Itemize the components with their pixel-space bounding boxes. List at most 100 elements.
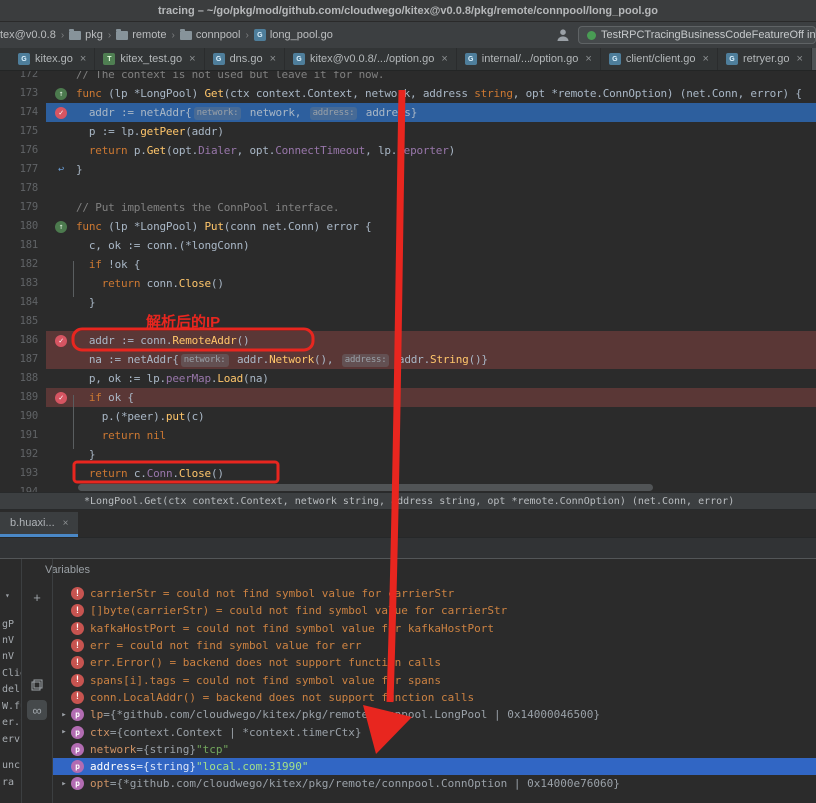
- code-text[interactable]: return nil: [76, 426, 166, 445]
- line-number[interactable]: 193: [0, 464, 46, 483]
- gutter[interactable]: [46, 179, 76, 198]
- variable-row[interactable]: !spans[i].tags = could not find symbol v…: [53, 671, 816, 688]
- breadcrumb-item-tex-v0-0-8[interactable]: tex@v0.0.8: [0, 29, 56, 41]
- line-number[interactable]: 192: [0, 445, 46, 464]
- gutter[interactable]: [46, 255, 76, 274]
- gutter[interactable]: [46, 445, 76, 464]
- variable-row[interactable]: ▸popt = {*github.com/cloudwego/kitex/pkg…: [53, 775, 816, 792]
- close-icon[interactable]: ×: [189, 53, 195, 65]
- gutter[interactable]: [46, 350, 76, 369]
- add-watch-button[interactable]: +: [27, 587, 47, 607]
- line-number[interactable]: 180: [0, 217, 46, 236]
- line-number[interactable]: 182: [0, 255, 46, 274]
- code-text[interactable]: // The context is not used but leave it …: [76, 71, 384, 84]
- editor-tab[interactable]: Gkitex@v0.0.8/.../option.go×: [285, 48, 457, 70]
- line-number[interactable]: 173: [0, 84, 46, 103]
- expand-arrow-icon[interactable]: ▸: [57, 727, 71, 737]
- gutter[interactable]: [46, 141, 76, 160]
- editor-tab[interactable]: Gclient/client.go×: [601, 48, 718, 70]
- code-text[interactable]: if ok {: [76, 388, 134, 407]
- layers-icon[interactable]: [27, 675, 47, 695]
- gutter[interactable]: [46, 236, 76, 255]
- chevron-down-icon[interactable]: ▾: [5, 591, 10, 600]
- line-number[interactable]: 178: [0, 179, 46, 198]
- variable-row[interactable]: !err.Error() = backend does not support …: [53, 654, 816, 671]
- editor-tab[interactable]: Gdns.go×: [205, 48, 285, 70]
- editor-tab[interactable]: Gkitex.go×: [10, 48, 95, 70]
- gutter[interactable]: [46, 71, 76, 84]
- code-text[interactable]: p.(*peer).put(c): [76, 407, 204, 426]
- breakpoint-icon[interactable]: ✓: [55, 392, 67, 404]
- code-editor[interactable]: 172 // The context is not used but leave …: [0, 71, 816, 492]
- close-icon[interactable]: ×: [80, 53, 86, 65]
- code-text[interactable]: na := netAddr{network: addr.Network(), a…: [76, 350, 488, 369]
- close-icon[interactable]: ×: [585, 53, 591, 65]
- variable-row[interactable]: !carrierStr = could not find symbol valu…: [53, 585, 816, 602]
- code-text[interactable]: }: [76, 293, 95, 312]
- editor-tab[interactable]: Gretryer.go×: [718, 48, 812, 70]
- line-number[interactable]: 181: [0, 236, 46, 255]
- horizontal-scrollbar-thumb[interactable]: [78, 484, 653, 491]
- gutter[interactable]: [46, 464, 76, 483]
- show-watches-toggle[interactable]: ∞: [27, 700, 47, 720]
- gutter[interactable]: ✓: [46, 331, 76, 350]
- code-text[interactable]: }: [76, 445, 95, 464]
- variable-row[interactable]: ▸pctx = {context.Context | *context.time…: [53, 723, 816, 740]
- editor-tab[interactable]: Tkitex_test.go×: [95, 48, 204, 70]
- code-text[interactable]: func (lp *LongPool) Get(ctx context.Cont…: [76, 84, 802, 103]
- line-number[interactable]: 185: [0, 312, 46, 331]
- expand-arrow-icon[interactable]: ▸: [57, 779, 71, 789]
- line-number[interactable]: 177: [0, 160, 46, 179]
- code-text[interactable]: p, ok := lp.peerMap.Load(na): [76, 369, 269, 388]
- gutter[interactable]: [46, 312, 76, 331]
- close-icon[interactable]: ×: [270, 53, 276, 65]
- breadcrumb-item-long-pool-go[interactable]: Glong_pool.go: [254, 29, 333, 41]
- line-number[interactable]: 184: [0, 293, 46, 312]
- line-number[interactable]: 191: [0, 426, 46, 445]
- line-number[interactable]: 190: [0, 407, 46, 426]
- expand-arrow-icon[interactable]: ▸: [57, 710, 71, 720]
- gutter[interactable]: [46, 274, 76, 293]
- line-number[interactable]: 175: [0, 122, 46, 141]
- breakpoint-icon[interactable]: ✓: [55, 335, 67, 347]
- gutter[interactable]: [46, 122, 76, 141]
- variable-row[interactable]: ▸plp = {*github.com/cloudwego/kitex/pkg/…: [53, 706, 816, 723]
- variable-row[interactable]: !err = could not find symbol value for e…: [53, 637, 816, 654]
- gutter[interactable]: ↩: [46, 160, 76, 179]
- line-number[interactable]: 188: [0, 369, 46, 388]
- line-number[interactable]: 172: [0, 71, 46, 84]
- code-text[interactable]: if !ok {: [76, 255, 140, 274]
- code-text[interactable]: addr := conn.RemoteAddr(): [76, 331, 249, 350]
- line-number[interactable]: 186: [0, 331, 46, 350]
- line-number[interactable]: 174: [0, 103, 46, 122]
- debug-session-tab[interactable]: b.huaxi... ×: [0, 512, 78, 537]
- gutter[interactable]: [46, 293, 76, 312]
- code-text[interactable]: addr := netAddr{network: network, addres…: [76, 103, 417, 122]
- gutter[interactable]: ✓: [46, 103, 76, 122]
- code-text[interactable]: return p.Get(opt.Dialer, opt.ConnectTime…: [76, 141, 455, 160]
- breadcrumb-item-connpool[interactable]: connpool: [180, 29, 241, 41]
- code-text[interactable]: return conn.Close(): [76, 274, 224, 293]
- variable-row[interactable]: pnetwork = {string} "tcp": [53, 741, 816, 758]
- code-text[interactable]: c, ok := conn.(*longConn): [76, 236, 249, 255]
- line-number[interactable]: 179: [0, 198, 46, 217]
- line-number[interactable]: 176: [0, 141, 46, 160]
- gutter[interactable]: [46, 369, 76, 388]
- line-number[interactable]: 187: [0, 350, 46, 369]
- breakpoint-icon[interactable]: ✓: [55, 107, 67, 119]
- line-number[interactable]: 189: [0, 388, 46, 407]
- variable-row[interactable]: paddress = {string} "local.com:31990": [53, 758, 816, 775]
- gutter[interactable]: [46, 198, 76, 217]
- gutter[interactable]: [46, 426, 76, 445]
- breadcrumb-item-pkg[interactable]: pkg: [69, 29, 103, 41]
- variable-row[interactable]: !kafkaHostPort = could not find symbol v…: [53, 620, 816, 637]
- variable-row[interactable]: !conn.LocalAddr() = backend does not sup…: [53, 689, 816, 706]
- close-icon[interactable]: ×: [63, 518, 69, 529]
- code-text[interactable]: return c.Conn.Close(): [76, 464, 224, 483]
- gutter[interactable]: ✓: [46, 388, 76, 407]
- editor-tab[interactable]: Ginternal/.../option.go×: [457, 48, 601, 70]
- close-icon[interactable]: ×: [441, 53, 447, 65]
- editor-tab[interactable]: Glong_pool.go×: [812, 48, 816, 70]
- breadcrumb-item-remote[interactable]: remote: [116, 29, 166, 41]
- variable-row[interactable]: ![]byte(carrierStr) = could not find sym…: [53, 602, 816, 619]
